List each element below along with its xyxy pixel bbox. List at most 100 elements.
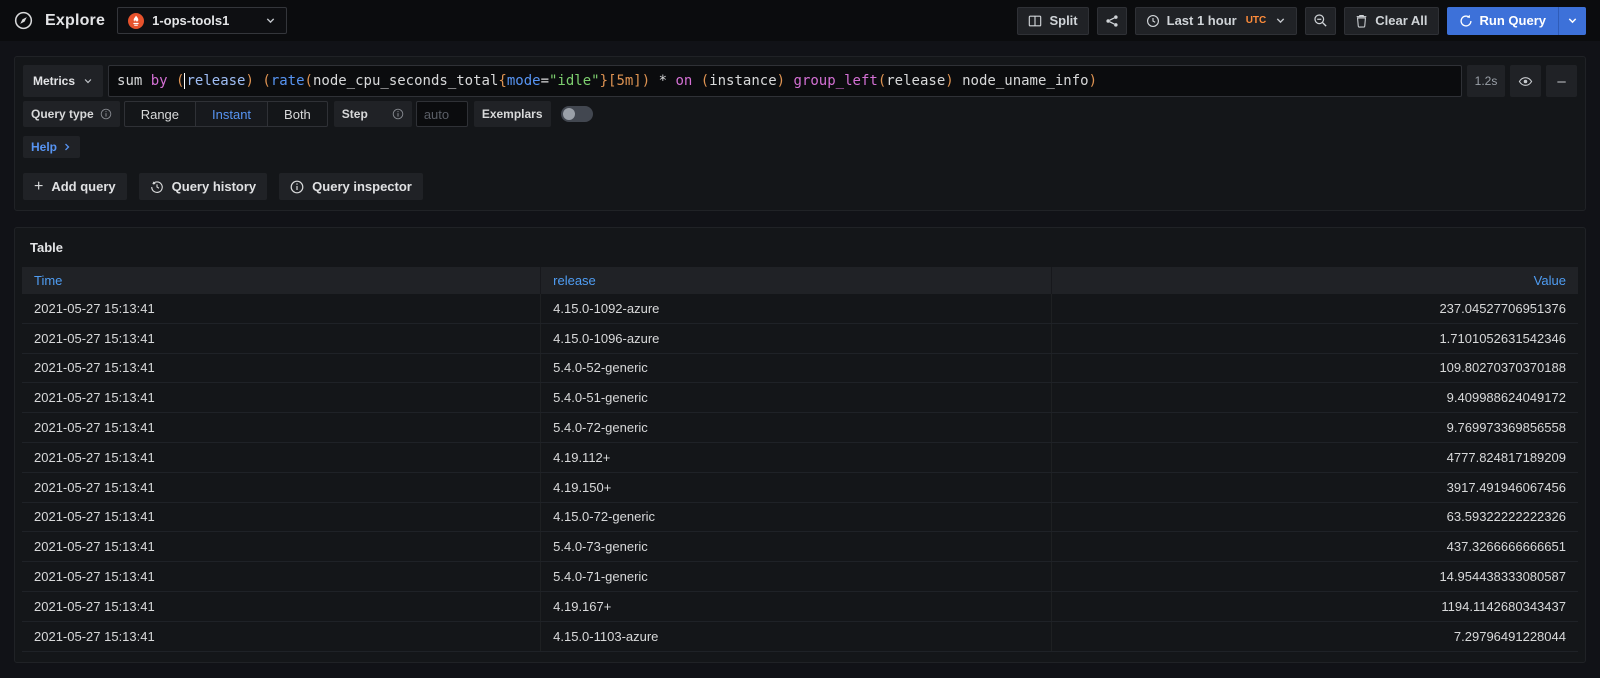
query-token — [168, 73, 176, 89]
table-row: 2021-05-27 15:13:415.4.0-71-generic14.95… — [22, 562, 1578, 592]
share-button[interactable] — [1097, 7, 1127, 35]
explore-compass-icon — [14, 11, 33, 30]
help-button[interactable]: Help — [23, 136, 80, 158]
step-input[interactable] — [416, 101, 468, 127]
query-token: ( — [878, 73, 886, 89]
plus-icon: + — [34, 179, 43, 195]
time-cell: 2021-05-27 15:13:41 — [22, 622, 540, 651]
query-token: [5m] — [608, 73, 642, 89]
time-cell: 2021-05-27 15:13:41 — [22, 562, 540, 591]
run-query-dropdown[interactable] — [1558, 7, 1586, 35]
clear-all-button[interactable]: Clear All — [1344, 7, 1438, 35]
trash-icon — [1355, 14, 1368, 28]
info-icon — [100, 108, 112, 120]
split-icon — [1028, 14, 1042, 28]
value-cell: 437.3266666666651 — [1051, 532, 1578, 561]
release-cell: 5.4.0-51-generic — [540, 383, 1050, 412]
query-type-both[interactable]: Both — [267, 102, 327, 126]
chevron-down-icon — [83, 76, 93, 86]
query-editor-panel: Metrics sum by (release) (rate(node_cpu_… — [14, 56, 1586, 211]
table-row: 2021-05-27 15:13:414.19.150+3917.4919460… — [22, 473, 1578, 503]
table-row: 2021-05-27 15:13:415.4.0-72-generic9.769… — [22, 413, 1578, 443]
promql-query-input[interactable]: sum by (release) (rate(node_cpu_seconds_… — [108, 65, 1462, 97]
time-cell: 2021-05-27 15:13:41 — [22, 503, 540, 532]
query-type-range[interactable]: Range — [125, 102, 195, 126]
sync-icon — [1459, 14, 1473, 28]
query-token: release — [186, 73, 245, 89]
time-cell: 2021-05-27 15:13:41 — [22, 443, 540, 472]
release-cell: 4.15.0-1103-azure — [540, 622, 1050, 651]
page-title: Explore — [45, 12, 105, 30]
metrics-dropdown[interactable]: Metrics — [23, 65, 103, 97]
query-token: ( — [262, 73, 270, 89]
query-type-instant[interactable]: Instant — [195, 102, 267, 126]
query-type-options: Range Instant Both — [124, 101, 328, 127]
query-token: on — [675, 73, 692, 89]
value-cell: 3917.491946067456 — [1051, 473, 1578, 502]
query-token: ) — [246, 73, 254, 89]
query-token: = — [541, 73, 549, 89]
time-cell: 2021-05-27 15:13:41 — [22, 294, 540, 323]
query-token: node_cpu_seconds_total — [313, 73, 498, 89]
chevron-down-icon — [1275, 15, 1286, 26]
value-cell: 63.59322222222326 — [1051, 503, 1578, 532]
table-row: 2021-05-27 15:13:414.19.112+4777.8248171… — [22, 443, 1578, 473]
query-token: ) — [945, 73, 953, 89]
table-row: 2021-05-27 15:13:415.4.0-73-generic437.3… — [22, 532, 1578, 562]
query-type-label: Query type — [23, 101, 120, 127]
collapse-query-button[interactable]: – — [1546, 65, 1577, 97]
datasource-name: 1-ops-tools1 — [152, 13, 229, 28]
table-row: 2021-05-27 15:13:414.15.0-1096-azure1.71… — [22, 324, 1578, 354]
query-token: mode — [507, 73, 541, 89]
table-panel: Table Time release Value 2021-05-27 15:1… — [14, 227, 1586, 663]
release-cell: 4.19.150+ — [540, 473, 1050, 502]
datasource-picker[interactable]: 1-ops-tools1 — [117, 7, 287, 34]
timezone-label: UTC — [1246, 15, 1267, 26]
clock-icon — [1146, 14, 1160, 28]
info-icon — [290, 180, 304, 194]
time-cell: 2021-05-27 15:13:41 — [22, 413, 540, 442]
query-token: ( — [305, 73, 313, 89]
query-token: ) — [777, 73, 785, 89]
time-range-label: Last 1 hour — [1167, 13, 1237, 28]
time-cell: 2021-05-27 15:13:41 — [22, 324, 540, 353]
column-header-value[interactable]: Value — [1051, 267, 1578, 294]
query-token: group_left — [794, 73, 878, 89]
text-cursor — [184, 73, 185, 89]
run-query-button[interactable]: Run Query — [1447, 7, 1558, 35]
value-cell: 237.04527706951376 — [1051, 294, 1578, 323]
run-query-split-button: Run Query — [1447, 7, 1586, 35]
clear-all-label: Clear All — [1375, 13, 1427, 28]
column-header-time[interactable]: Time — [22, 267, 540, 294]
query-token: sum — [117, 73, 151, 89]
query-token: rate — [271, 73, 305, 89]
release-cell: 5.4.0-52-generic — [540, 354, 1050, 383]
exemplars-label: Exemplars — [474, 101, 551, 127]
top-nav: Explore 1-ops-tools1 Split — [0, 0, 1600, 41]
time-range-picker[interactable]: Last 1 hour UTC — [1135, 7, 1298, 35]
query-token: "idle" — [549, 73, 600, 89]
table-row: 2021-05-27 15:13:414.15.0-1103-azure7.29… — [22, 622, 1578, 652]
query-inspector-button[interactable]: Query inspector — [279, 173, 423, 200]
add-query-button[interactable]: + Add query — [23, 173, 127, 200]
time-cell: 2021-05-27 15:13:41 — [22, 383, 540, 412]
split-label: Split — [1049, 13, 1077, 28]
value-cell: 1.7101052631542346 — [1051, 324, 1578, 353]
table-row: 2021-05-27 15:13:414.15.0-1092-azure237.… — [22, 294, 1578, 324]
release-cell: 4.15.0-1096-azure — [540, 324, 1050, 353]
query-duration-badge: 1.2s — [1467, 65, 1505, 97]
preview-toggle-button[interactable] — [1510, 65, 1541, 97]
exemplars-toggle[interactable] — [561, 106, 593, 122]
column-header-release[interactable]: release — [540, 267, 1050, 294]
table-header-row: Time release Value — [22, 267, 1578, 294]
zoom-out-button[interactable] — [1305, 7, 1336, 35]
chevron-right-icon — [62, 142, 72, 152]
table-row: 2021-05-27 15:13:414.15.0-72-generic63.5… — [22, 503, 1578, 533]
value-cell: 7.29796491228044 — [1051, 622, 1578, 651]
value-cell: 109.80270370370188 — [1051, 354, 1578, 383]
prometheus-icon — [128, 13, 144, 29]
time-cell: 2021-05-27 15:13:41 — [22, 354, 540, 383]
split-button[interactable]: Split — [1017, 7, 1088, 35]
release-cell: 4.19.112+ — [540, 443, 1050, 472]
query-history-button[interactable]: Query history — [139, 173, 268, 200]
